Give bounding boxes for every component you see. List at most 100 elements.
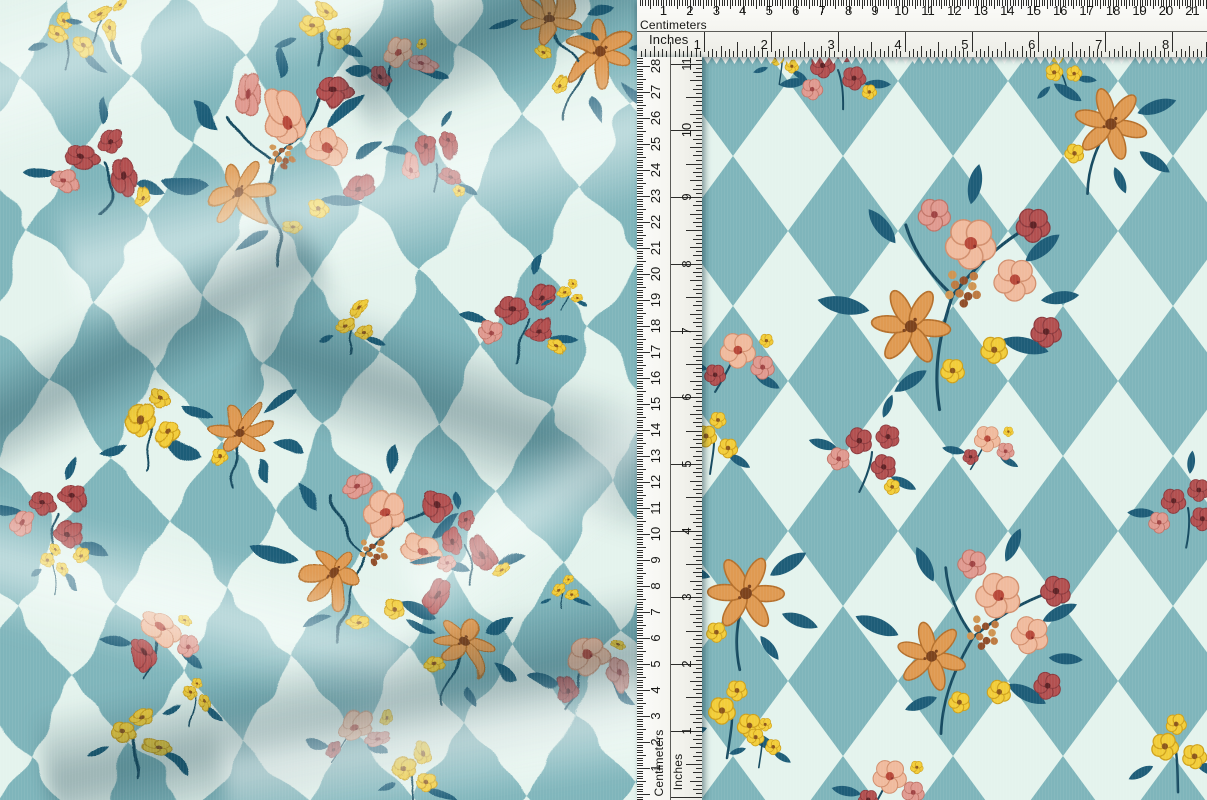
inch-tick bbox=[696, 260, 703, 261]
cm-tick bbox=[645, 0, 646, 6]
cm-tick bbox=[637, 204, 643, 205]
cm-tick bbox=[637, 511, 643, 512]
cm-tick bbox=[637, 498, 643, 499]
cm-tick bbox=[637, 518, 643, 519]
cm-tick bbox=[637, 477, 643, 478]
inch-tick bbox=[1181, 49, 1182, 57]
inch-tick bbox=[884, 51, 885, 57]
cm-tick bbox=[637, 443, 646, 444]
inch-tick bbox=[693, 489, 702, 490]
cm-tick bbox=[637, 453, 643, 454]
inch-tick bbox=[693, 756, 702, 757]
cm-number: 7 bbox=[650, 603, 662, 621]
cm-tick bbox=[637, 547, 646, 548]
inch-tick bbox=[946, 49, 947, 57]
inch-tick bbox=[988, 46, 989, 57]
inch-tick bbox=[686, 764, 702, 765]
inch-number: 9 bbox=[681, 188, 693, 206]
cm-tick bbox=[637, 661, 643, 662]
inch-tick bbox=[696, 401, 703, 402]
cm-tick bbox=[637, 700, 643, 701]
inch-tick bbox=[1051, 51, 1052, 57]
inch-tick bbox=[771, 31, 772, 52]
inch-tick bbox=[792, 51, 793, 57]
inch-tick bbox=[696, 677, 703, 678]
inch-tick bbox=[696, 501, 703, 502]
cm-number: 21 bbox=[650, 239, 662, 257]
cm-tick bbox=[637, 747, 643, 748]
cm-number: 12 bbox=[650, 473, 662, 491]
cm-tick bbox=[637, 183, 646, 184]
cm-tick bbox=[637, 264, 643, 265]
cm-tick bbox=[637, 427, 643, 428]
cm-tick bbox=[637, 266, 643, 267]
inch-tick bbox=[693, 739, 702, 740]
cm-tick bbox=[637, 316, 643, 317]
inch-tick bbox=[733, 51, 734, 57]
cm-tick bbox=[642, 0, 643, 6]
inch-tick bbox=[737, 42, 738, 57]
cm-tick bbox=[637, 225, 643, 226]
cm-tick bbox=[637, 232, 643, 233]
inch-tick bbox=[1201, 51, 1202, 57]
cm-tick bbox=[637, 526, 643, 527]
cm-tick bbox=[637, 448, 643, 449]
inch-tick bbox=[696, 143, 703, 144]
cm-tick bbox=[637, 76, 643, 77]
inch-tick bbox=[686, 631, 702, 632]
inch-tick bbox=[693, 239, 702, 240]
cm-tick bbox=[637, 542, 643, 543]
cm-tick bbox=[637, 516, 643, 517]
inch-tick bbox=[1130, 49, 1131, 57]
cm-number: 19 bbox=[1129, 5, 1151, 17]
inch-tick bbox=[1072, 42, 1073, 57]
cm-tick bbox=[1047, 0, 1048, 9]
inch-tick bbox=[1160, 51, 1161, 57]
cm-number: 8 bbox=[838, 5, 860, 17]
cm-tick bbox=[1073, 0, 1074, 9]
cm-tick bbox=[637, 84, 643, 85]
inch-tick bbox=[913, 49, 914, 57]
cm-number: 18 bbox=[1102, 5, 1124, 17]
cm-tick bbox=[637, 368, 643, 369]
cm-tick bbox=[1021, 0, 1022, 9]
inch-tick bbox=[696, 126, 703, 127]
inch-tick bbox=[696, 93, 703, 94]
cm-tick bbox=[637, 399, 643, 400]
cm-tick bbox=[637, 669, 643, 670]
cm-tick bbox=[637, 321, 643, 322]
inch-tick bbox=[693, 622, 702, 623]
inch-tick bbox=[696, 668, 703, 669]
inch-tick bbox=[696, 626, 703, 627]
cm-number: 6 bbox=[785, 5, 807, 17]
cm-tick bbox=[637, 685, 643, 686]
cm-tick bbox=[637, 219, 643, 220]
cm-tick bbox=[637, 154, 643, 155]
cm-tick bbox=[637, 654, 643, 655]
cm-number: 11 bbox=[650, 499, 662, 517]
inch-tick bbox=[693, 222, 702, 223]
inch-tick bbox=[796, 49, 797, 57]
cm-tick bbox=[637, 362, 643, 363]
cm-number: 12 bbox=[943, 5, 965, 17]
inch-tick bbox=[1038, 31, 1039, 52]
inch-tick bbox=[863, 49, 864, 57]
cm-tick bbox=[968, 0, 969, 9]
inch-tick bbox=[871, 42, 872, 57]
cm-tick bbox=[637, 123, 643, 124]
inch-number: 6 bbox=[1018, 39, 1035, 51]
inch-tick bbox=[721, 46, 722, 57]
cm-tick bbox=[637, 87, 643, 88]
inch-tick bbox=[1143, 51, 1144, 57]
cm-tick bbox=[637, 581, 643, 582]
cm-tick bbox=[637, 365, 646, 366]
cm-tick bbox=[637, 469, 646, 470]
cm-tick bbox=[637, 485, 643, 486]
cm-tick bbox=[637, 451, 643, 452]
cm-tick bbox=[637, 186, 643, 187]
inch-tick bbox=[1093, 51, 1094, 57]
cm-tick bbox=[637, 381, 643, 382]
inch-tick bbox=[693, 539, 702, 540]
cm-number: 25 bbox=[650, 135, 662, 153]
inch-tick bbox=[850, 51, 851, 57]
